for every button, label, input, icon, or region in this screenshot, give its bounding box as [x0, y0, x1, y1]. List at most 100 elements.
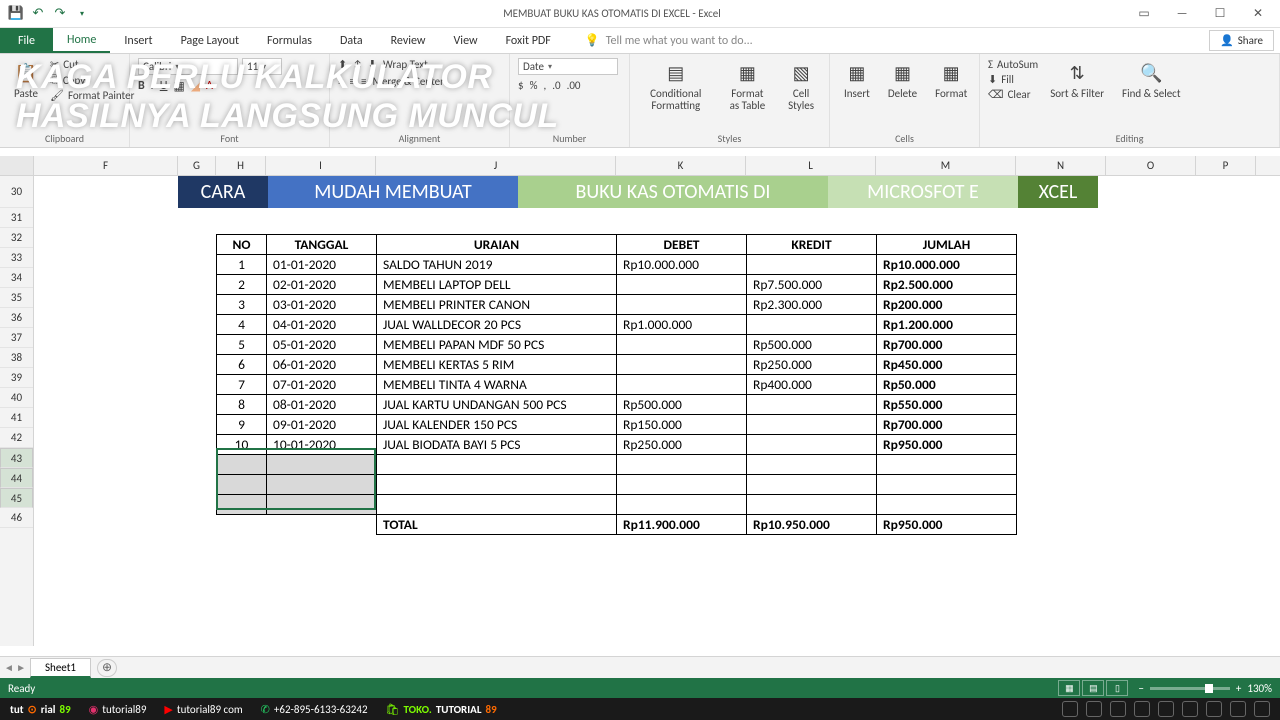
maximize-icon[interactable]: ☐ — [1202, 2, 1238, 26]
format-cells-button[interactable]: ▦Format — [929, 58, 973, 104]
ribbon-options-icon[interactable]: ▭ — [1126, 2, 1162, 26]
col-header-F[interactable]: F — [34, 156, 178, 175]
table-row-empty[interactable] — [217, 495, 1017, 515]
wrap-text-button[interactable]: Wrap Text — [383, 58, 428, 71]
table-row-empty[interactable] — [217, 475, 1017, 495]
tab-foxit-pdf[interactable]: Foxit PDF — [492, 28, 565, 53]
currency-icon[interactable]: $ — [518, 79, 524, 92]
table-row[interactable]: 404-01-2020JUAL WALLDECOR 20 PCSRp1.000.… — [217, 315, 1017, 335]
row-header-44[interactable]: 44 — [0, 468, 33, 488]
row-header-38[interactable]: 38 — [0, 348, 33, 368]
table-row[interactable]: 101-01-2020SALDO TAHUN 2019Rp10.000.000R… — [217, 255, 1017, 275]
close-icon[interactable]: ✕ — [1240, 2, 1276, 26]
fill-color-button[interactable]: ◢ — [191, 79, 200, 94]
table-row[interactable]: 303-01-2020MEMBELI PRINTER CANONRp2.300.… — [217, 295, 1017, 315]
sort-filter-button[interactable]: ⇅Sort & Filter — [1044, 58, 1110, 104]
cash-book-table[interactable]: NOTANGGALURAIANDEBETKREDITJUMLAH101-01-2… — [216, 234, 1017, 535]
row-header-45[interactable]: 45 — [0, 488, 33, 508]
table-row[interactable]: 808-01-2020JUAL KARTU UNDANGAN 500 PCSRp… — [217, 395, 1017, 415]
zoom-in-icon[interactable]: + — [1236, 682, 1241, 695]
view-page-break-icon[interactable]: ▯ — [1106, 680, 1128, 696]
delete-cells-button[interactable]: ▦Delete — [882, 58, 923, 104]
row-header-32[interactable]: 32 — [0, 228, 33, 248]
italic-button[interactable]: I — [151, 79, 154, 94]
col-header-G[interactable]: G — [178, 156, 216, 175]
view-normal-icon[interactable]: ▦ — [1058, 680, 1080, 696]
col-header-M[interactable]: M — [876, 156, 1016, 175]
merge-button[interactable]: Merge & Center — [372, 75, 444, 88]
align-center-icon[interactable]: ≡ — [349, 75, 354, 88]
row-header-39[interactable]: 39 — [0, 368, 33, 388]
align-left-icon[interactable]: ≡ — [338, 75, 343, 88]
cut-button[interactable]: ✂Cut — [50, 58, 134, 71]
insert-cells-button[interactable]: ▦Insert — [838, 58, 876, 104]
comma-icon[interactable]: , — [543, 79, 546, 92]
dec-decimal-icon[interactable]: .00 — [567, 79, 581, 92]
row-header-41[interactable]: 41 — [0, 408, 33, 428]
bold-button[interactable]: B — [138, 79, 145, 94]
redo-icon[interactable]: ↷ — [52, 6, 68, 22]
tab-page-layout[interactable]: Page Layout — [167, 28, 253, 53]
row-header-34[interactable]: 34 — [0, 268, 33, 288]
conditional-formatting-button[interactable]: ▤Conditional Formatting — [638, 58, 714, 116]
align-middle-icon[interactable]: ↕ — [353, 58, 362, 71]
sheet-nav[interactable]: ◄ ► — [4, 661, 26, 674]
copy-button[interactable]: ⎘Copy — [50, 73, 134, 87]
find-select-button[interactable]: 🔍Find & Select — [1116, 58, 1186, 104]
row-header-42[interactable]: 42 — [0, 428, 33, 448]
row-header-36[interactable]: 36 — [0, 308, 33, 328]
zoom-level[interactable]: 130% — [1247, 682, 1272, 695]
cells-area[interactable]: CARAMUDAH MEMBUATBUKU KAS OTOMATIS DIMIC… — [34, 176, 1280, 646]
tab-insert[interactable]: Insert — [110, 28, 166, 53]
col-header-O[interactable]: O — [1106, 156, 1196, 175]
minimize-icon[interactable]: — — [1164, 2, 1200, 26]
row-header-35[interactable]: 35 — [0, 288, 33, 308]
spreadsheet-grid[interactable]: 3031323334353637383940414243444546 CARAM… — [0, 176, 1280, 646]
font-face-select[interactable]: Calibri▾ — [138, 58, 238, 75]
cell-styles-button[interactable]: ▧Cell Styles — [781, 58, 821, 116]
tab-file[interactable]: File — [0, 28, 53, 53]
fill-button[interactable]: ⬇Fill — [988, 73, 1038, 86]
row-header-37[interactable]: 37 — [0, 328, 33, 348]
row-header-40[interactable]: 40 — [0, 388, 33, 408]
save-icon[interactable]: 💾 — [8, 6, 24, 22]
sheet-tab-sheet1[interactable]: Sheet1 — [30, 658, 91, 678]
view-page-layout-icon[interactable]: ▤ — [1082, 680, 1104, 696]
font-size-select[interactable]: 11▾ — [242, 58, 282, 75]
table-row[interactable]: 202-01-2020MEMBELI LAPTOP DELLRp7.500.00… — [217, 275, 1017, 295]
select-all-corner[interactable] — [0, 156, 34, 175]
col-header-K[interactable]: K — [616, 156, 746, 175]
tab-view[interactable]: View — [440, 28, 492, 53]
row-header-46[interactable]: 46 — [0, 508, 33, 528]
tab-review[interactable]: Review — [377, 28, 440, 53]
qat-customize-icon[interactable]: ▾ — [74, 6, 90, 22]
col-header-H[interactable]: H — [216, 156, 266, 175]
row-header-30[interactable]: 30 — [0, 176, 33, 208]
border-button[interactable]: ▦ — [173, 79, 184, 94]
table-row-empty[interactable] — [217, 455, 1017, 475]
share-button[interactable]: 👤Share — [1209, 30, 1274, 51]
table-row[interactable]: 707-01-2020MEMBELI TINTA 4 WARNARp400.00… — [217, 375, 1017, 395]
clear-button[interactable]: ⌫Clear — [988, 88, 1038, 101]
col-header-L[interactable]: L — [746, 156, 876, 175]
col-header-I[interactable]: I — [266, 156, 376, 175]
new-sheet-button[interactable]: ⊕ — [97, 659, 117, 677]
font-color-button[interactable]: A — [206, 79, 213, 94]
align-bottom-icon[interactable]: ⬇ — [368, 58, 377, 71]
percent-icon[interactable]: % — [530, 79, 538, 92]
underline-button[interactable]: U — [160, 79, 168, 94]
col-header-P[interactable]: P — [1196, 156, 1256, 175]
col-header-N[interactable]: N — [1016, 156, 1106, 175]
col-header-J[interactable]: J — [376, 156, 616, 175]
row-header-43[interactable]: 43 — [0, 448, 33, 468]
number-format-select[interactable]: Date▾ — [518, 58, 618, 75]
zoom-control[interactable]: − + 130% — [1138, 682, 1272, 695]
format-painter-button[interactable]: 🖌Format Painter — [50, 89, 134, 102]
tell-me-search[interactable]: 💡Tell me what you want to do... — [565, 28, 1203, 53]
table-row[interactable]: 1010-01-2020JUAL BIODATA BAYI 5 PCSRp250… — [217, 435, 1017, 455]
format-as-table-button[interactable]: ▦Format as Table — [720, 58, 776, 116]
tab-data[interactable]: Data — [326, 28, 377, 53]
table-row[interactable]: 505-01-2020MEMBELI PAPAN MDF 50 PCSRp500… — [217, 335, 1017, 355]
align-top-icon[interactable]: ⬆ — [338, 58, 347, 71]
autosum-button[interactable]: ΣAutoSum — [988, 58, 1038, 71]
